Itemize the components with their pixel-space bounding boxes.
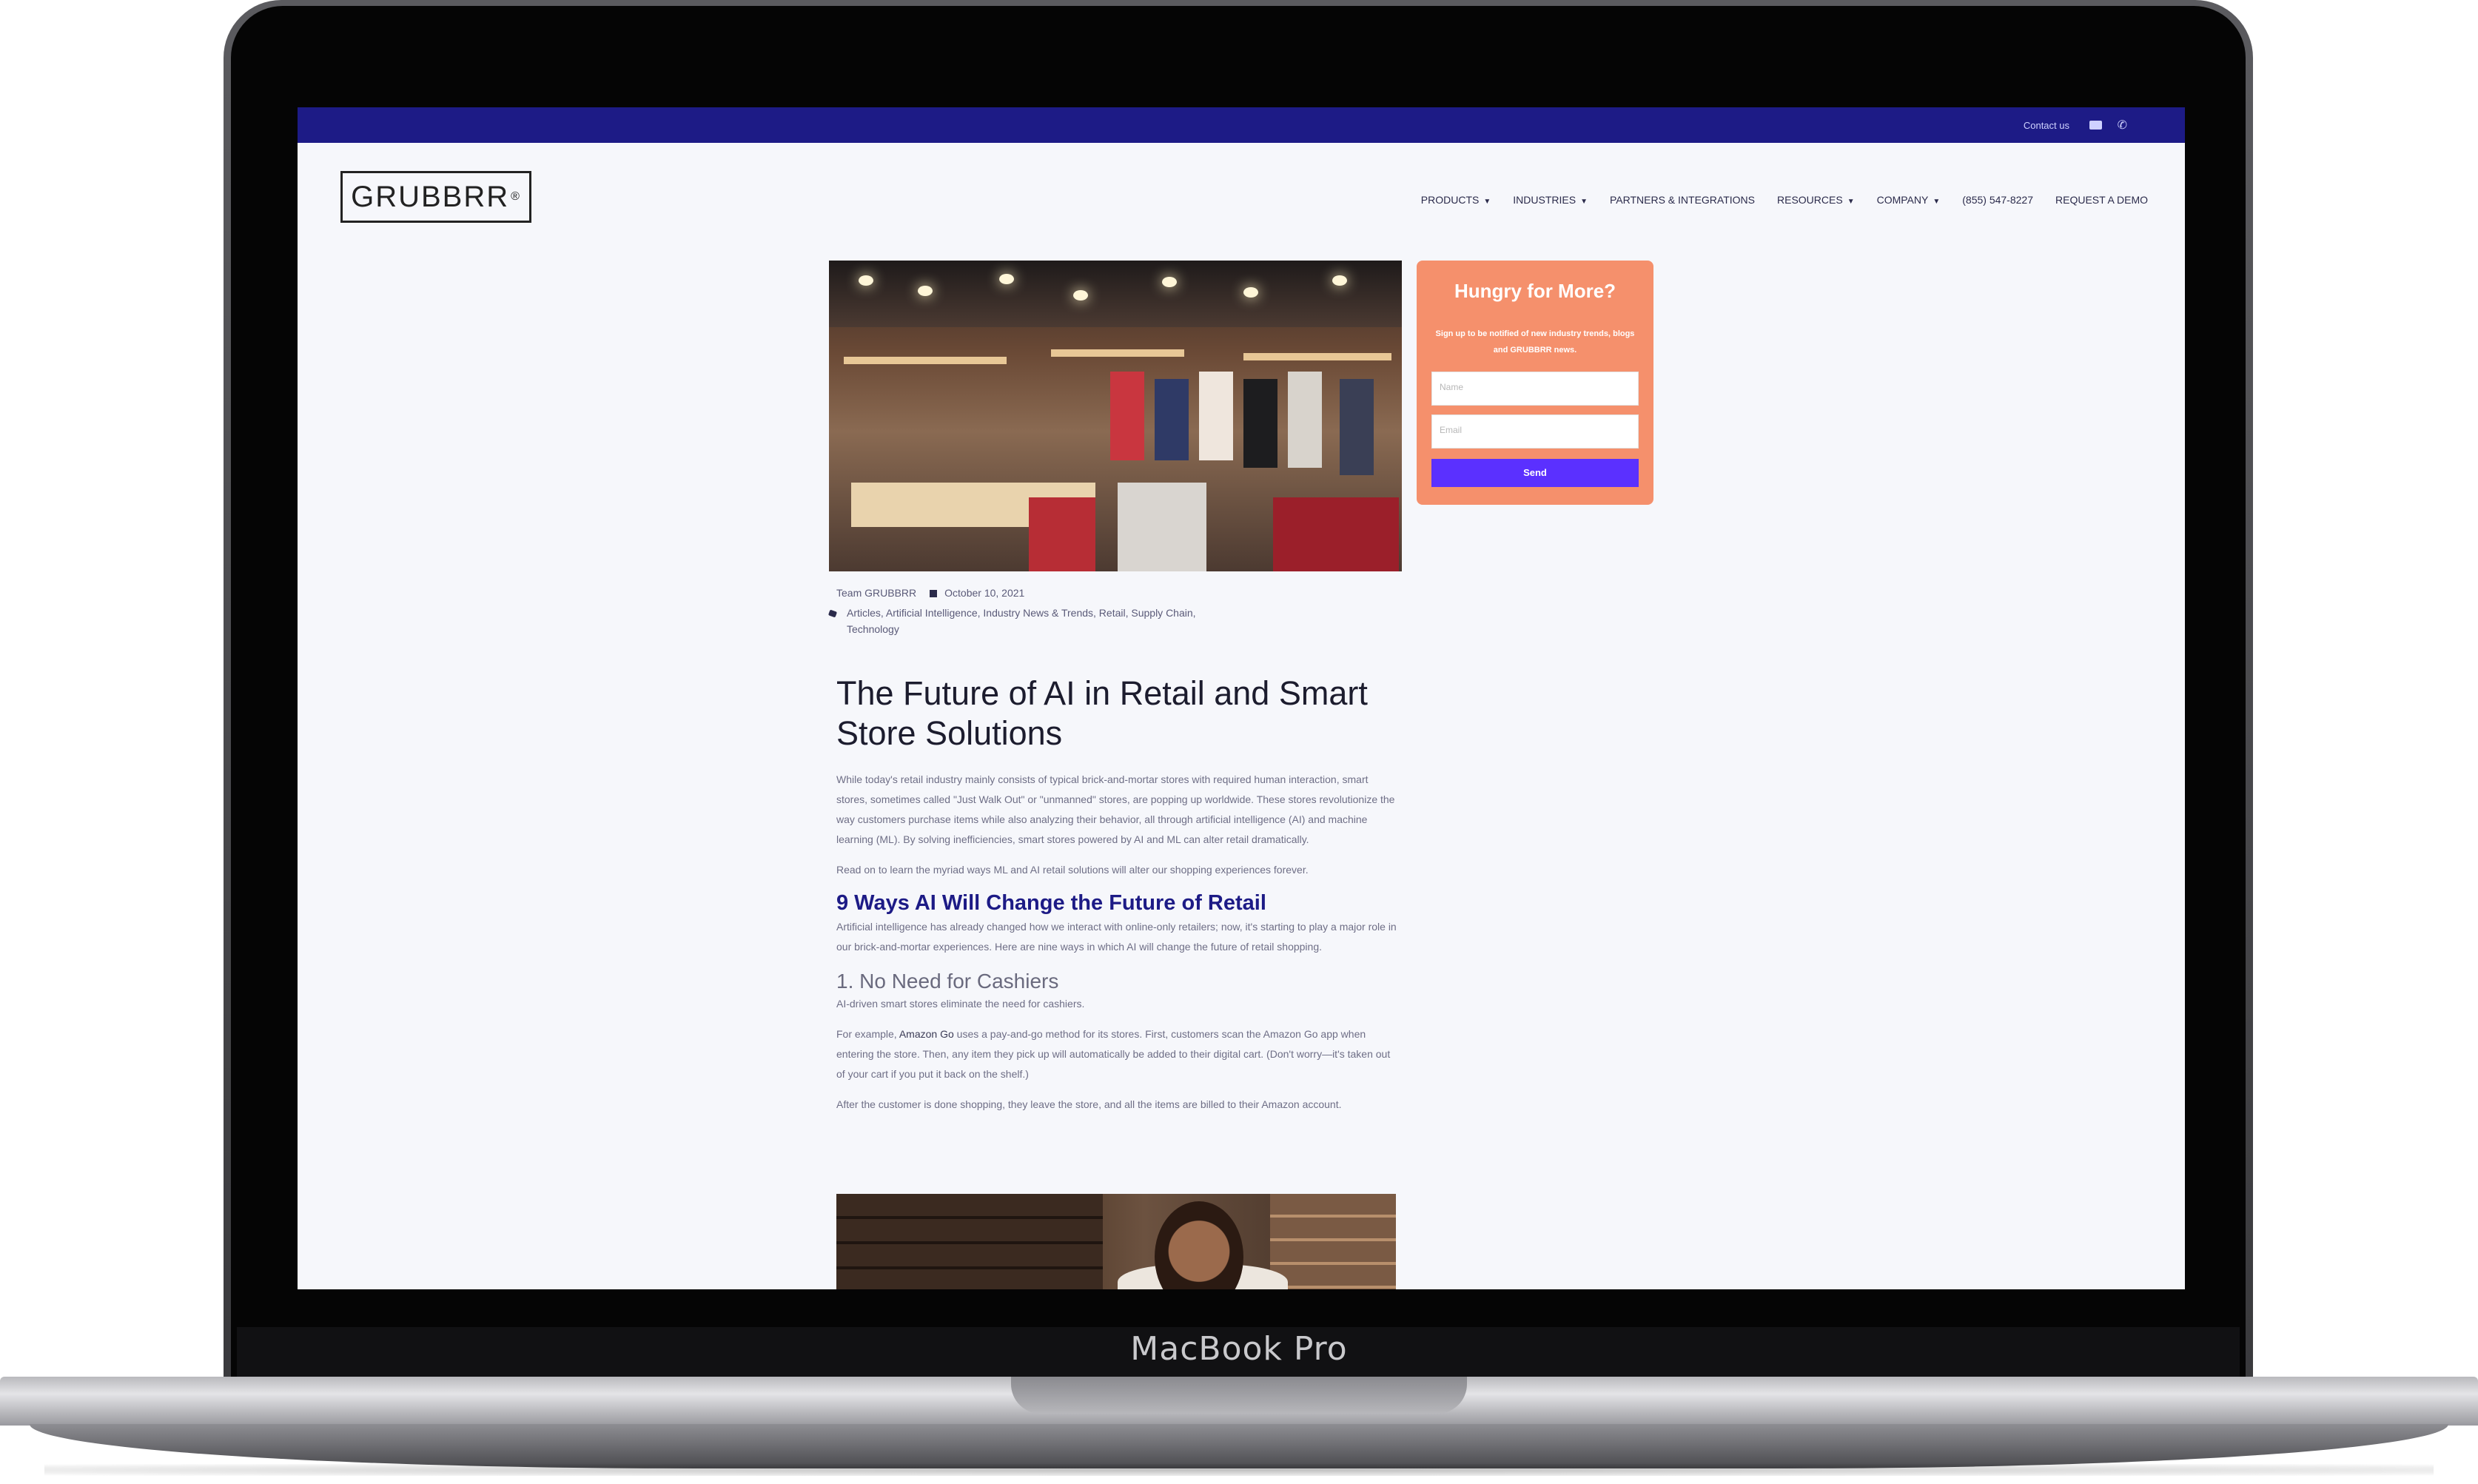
signup-title: Hungry for More? (1454, 280, 1616, 302)
ceiling-light (1243, 287, 1258, 298)
post-categories: Articles, Artificial Intelligence, Indus… (827, 605, 1243, 637)
nav-request-demo[interactable]: REQUEST A DEMO (2055, 194, 2148, 206)
nav-label: REQUEST A DEMO (2055, 194, 2148, 206)
amazon-go-link[interactable]: Amazon Go (899, 1028, 954, 1040)
example-prefix: For example, (836, 1028, 899, 1040)
ceiling-light (999, 274, 1014, 284)
hero-store-image (829, 261, 1402, 571)
article-intro: While today's retail industry mainly con… (836, 773, 1395, 845)
newsletter-signup: Hungry for More? Sign up to be notified … (1417, 261, 1653, 505)
device-label: MacBook Pro (1130, 1330, 1348, 1368)
point-text: AI-driven smart stores eliminate the nee… (836, 998, 1085, 1010)
section-heading: 9 Ways AI Will Change the Future of Reta… (836, 891, 1266, 915)
laptop-base-bottom (30, 1424, 2448, 1468)
caret-down-icon: ▼ (1580, 198, 1588, 206)
nav-partners[interactable]: PARTNERS & INTEGRATIONS (1610, 194, 1755, 206)
browser-screen: Contact us ✆ GRUBBRR ® PRODUCTS ▼ INDUSTRI… (298, 107, 2185, 1289)
clothing-rack (1199, 372, 1233, 460)
top-utility-bar: Contact us ✆ (298, 107, 2185, 143)
photo-shelves-right (1270, 1194, 1396, 1289)
nav-resources[interactable]: RESOURCES ▼ (1777, 194, 1855, 206)
photo-shopper-head (1155, 1201, 1243, 1289)
display-stand (1029, 497, 1095, 571)
caret-down-icon: ▼ (1483, 198, 1491, 206)
laptop-shadow (44, 1464, 2434, 1476)
wall-shelf (1051, 349, 1184, 357)
article-read-on: Read on to learn the myriad ways ML and … (836, 864, 1309, 876)
caret-down-icon: ▼ (1847, 198, 1855, 206)
email-field[interactable]: Email (1431, 414, 1639, 449)
nav-label: RESOURCES (1777, 194, 1843, 206)
caret-down-icon: ▼ (1933, 198, 1941, 206)
logo-text: GRUBBRR (351, 180, 510, 213)
article-title: The Future of AI in Retail and Smart Sto… (836, 674, 1368, 752)
article-shopping-photo (836, 1194, 1396, 1289)
post-meta: Team GRUBBRR October 10, 2021 (836, 587, 1024, 599)
clothing-rack (1288, 372, 1322, 468)
point-heading: 1. No Need for Cashiers (836, 970, 1059, 993)
nav-company[interactable]: COMPANY ▼ (1877, 194, 1941, 206)
ceiling-light (918, 286, 933, 296)
send-button[interactable]: Send (1431, 459, 1639, 487)
ceiling-light (1162, 277, 1177, 287)
wall-shelf (844, 357, 1007, 364)
post-date: October 10, 2021 (944, 587, 1025, 599)
after-paragraph: After the customer is done shopping, the… (836, 1098, 1342, 1110)
nav-industries[interactable]: INDUSTRIES ▼ (1513, 194, 1588, 206)
article-body: The Future of AI in Retail and Smart Sto… (836, 674, 1399, 1115)
author-link[interactable]: Team GRUBBRR (836, 587, 916, 599)
example-paragraph: For example, Amazon Go uses a pay-and-go… (836, 1024, 1399, 1084)
ceiling-light (859, 275, 873, 286)
signup-text: Sign up to be notified of new industry t… (1435, 329, 1635, 355)
nav-products[interactable]: PRODUCTS ▼ (1421, 194, 1491, 206)
clothing-rack (1243, 379, 1277, 468)
nav-label: COMPANY (1876, 194, 1929, 206)
name-field[interactable]: Name (1431, 372, 1639, 406)
ceiling-light (1332, 275, 1347, 286)
display-table (1118, 483, 1206, 571)
nav-label: PARTNERS & INTEGRATIONS (1609, 194, 1755, 206)
nav-phone[interactable]: (855) 547-8227 (1962, 194, 2033, 206)
contact-us-link[interactable]: Contact us (2024, 120, 2069, 131)
clothing-rack (1155, 379, 1189, 460)
display-stand (1273, 497, 1399, 571)
section-text: Artificial intelligence has already chan… (836, 921, 1397, 953)
nav-label: INDUSTRIES (1513, 194, 1577, 206)
nav-label: PRODUCTS (1420, 194, 1480, 206)
hero-ceiling (829, 261, 1402, 327)
site-logo[interactable]: GRUBBRR ® (340, 171, 531, 223)
main-nav: PRODUCTS ▼ INDUSTRIES ▼ PARTNERS & INTEGRA… (1421, 194, 2148, 206)
wall-shelf (1243, 353, 1391, 360)
photo-shelves (836, 1194, 1103, 1289)
calendar-icon (930, 590, 938, 597)
clothing-rack (1340, 379, 1374, 475)
nav-label: (855) 547-8227 (1962, 194, 2033, 206)
clothing-rack (1110, 372, 1144, 460)
laptop-notch (1011, 1377, 1467, 1414)
category-links[interactable]: Articles, Artificial Intelligence, Indus… (829, 605, 1243, 637)
registered-mark: ® (511, 190, 521, 203)
mail-icon[interactable] (2089, 121, 2102, 130)
ceiling-light (1073, 290, 1088, 301)
phone-icon[interactable]: ✆ (2118, 118, 2127, 132)
